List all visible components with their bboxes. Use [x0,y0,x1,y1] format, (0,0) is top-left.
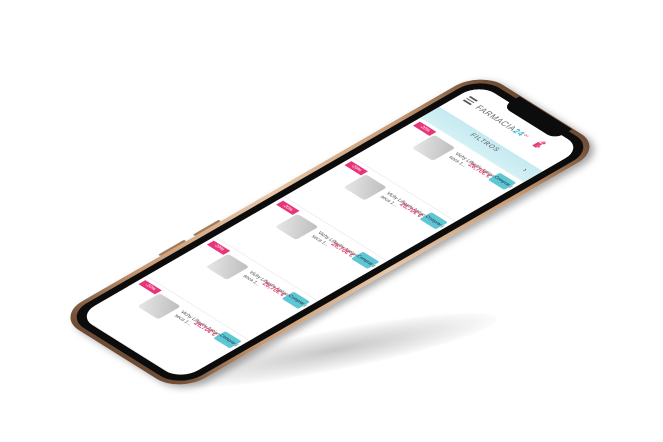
chevron-down-icon: ⌄ [517,165,531,173]
product-photo-stage: FARMACIA24 ♀ ⛟ FILTROS ⌄ -20% Vichy Lift… [0,0,663,442]
menu-icon[interactable] [462,95,479,106]
cart-icon[interactable]: ⛟ [531,139,549,150]
